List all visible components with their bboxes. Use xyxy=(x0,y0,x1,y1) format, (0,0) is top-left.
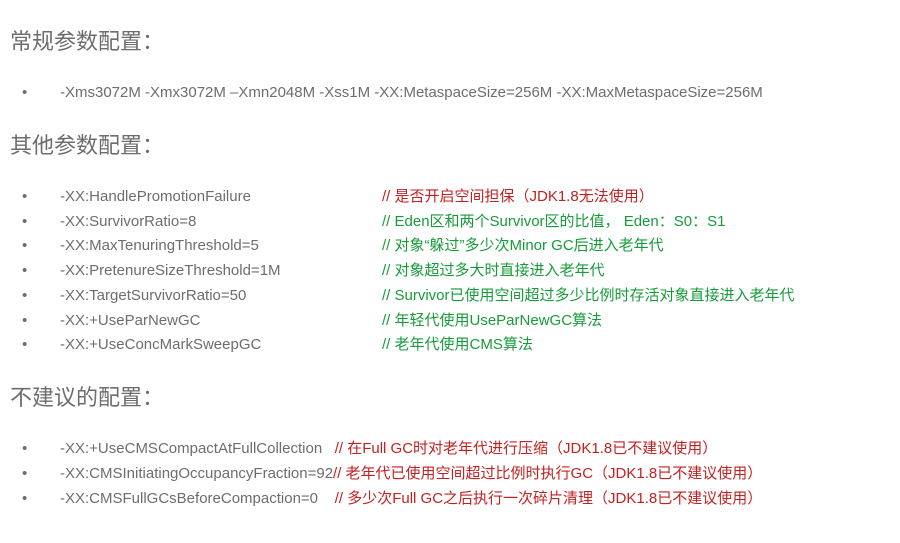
param-comment: // 在Full GC时对老年代进行压缩（JDK1.8已不建议使用） xyxy=(335,438,718,460)
bullet-icon: • xyxy=(10,488,60,510)
param-text: -XX:TargetSurvivorRatio=50 xyxy=(60,285,382,307)
param-comment: // 多少次Full GC之后执行一次碎片清理（JDK1.8已不建议使用） xyxy=(335,488,763,510)
bullet-icon: • xyxy=(10,82,60,104)
param-list-general: • -Xms3072M -Xmx3072M –Xmn2048M -Xss1M -… xyxy=(10,82,890,104)
list-item: • -XX:+UseCMSCompactAtFullCollection // … xyxy=(10,438,890,460)
param-text: -XX:CMSInitiatingOccupancyFraction=92 xyxy=(60,463,333,485)
param-list-deprecated: • -XX:+UseCMSCompactAtFullCollection // … xyxy=(10,438,890,509)
param-list-other: • -XX:HandlePromotionFailure // 是否开启空间担保… xyxy=(10,186,890,356)
bullet-icon: • xyxy=(10,463,60,485)
section-heading-other: 其他参数配置： xyxy=(10,128,890,160)
param-text: -Xms3072M -Xmx3072M –Xmn2048M -Xss1M -XX… xyxy=(60,82,763,104)
section-heading-general: 常规参数配置： xyxy=(10,24,890,56)
param-comment: // 年轻代使用UseParNewGC算法 xyxy=(382,310,602,332)
list-item: • -Xms3072M -Xmx3072M –Xmn2048M -Xss1M -… xyxy=(10,82,890,104)
param-text: -XX:+UseParNewGC xyxy=(60,310,382,332)
bullet-icon: • xyxy=(10,285,60,307)
bullet-icon: • xyxy=(10,235,60,257)
section-heading-deprecated: 不建议的配置： xyxy=(10,380,890,412)
param-text: -XX:SurvivorRatio=8 xyxy=(60,211,382,233)
list-item: • -XX:HandlePromotionFailure // 是否开启空间担保… xyxy=(10,186,890,208)
param-text: -XX:PretenureSizeThreshold=1M xyxy=(60,260,382,282)
param-text: -XX:CMSFullGCsBeforeCompaction=0 xyxy=(60,488,335,510)
param-text: -XX:+UseConcMarkSweepGC xyxy=(60,334,382,356)
bullet-icon: • xyxy=(10,438,60,460)
param-comment: // 老年代已使用空间超过比例时执行GC（JDK1.8已不建议使用） xyxy=(333,463,762,485)
param-text: -XX:+UseCMSCompactAtFullCollection xyxy=(60,438,335,460)
bullet-icon: • xyxy=(10,211,60,233)
param-comment: // 对象超过多大时直接进入老年代 xyxy=(382,260,605,282)
list-item: • -XX:+UseConcMarkSweepGC // 老年代使用CMS算法 xyxy=(10,334,890,356)
param-comment: // 对象“躲过”多少次Minor GC后进入老年代 xyxy=(382,235,664,257)
bullet-icon: • xyxy=(10,310,60,332)
param-comment: // Eden区和两个Survivor区的比值， Eden：S0：S1 xyxy=(382,211,725,233)
param-comment: // 是否开启空间担保（JDK1.8无法使用） xyxy=(382,186,654,208)
list-item: • -XX:SurvivorRatio=8 // Eden区和两个Survivo… xyxy=(10,211,890,233)
list-item: • -XX:CMSFullGCsBeforeCompaction=0 // 多少… xyxy=(10,488,890,510)
param-comment: // 老年代使用CMS算法 xyxy=(382,334,533,356)
bullet-icon: • xyxy=(10,334,60,356)
param-text: -XX:HandlePromotionFailure xyxy=(60,186,382,208)
param-comment: // Survivor已使用空间超过多少比例时存活对象直接进入老年代 xyxy=(382,285,795,307)
list-item: • -XX:CMSInitiatingOccupancyFraction=92 … xyxy=(10,463,890,485)
bullet-icon: • xyxy=(10,260,60,282)
bullet-icon: • xyxy=(10,186,60,208)
list-item: • -XX:TargetSurvivorRatio=50 // Survivor… xyxy=(10,285,890,307)
list-item: • -XX:PretenureSizeThreshold=1M // 对象超过多… xyxy=(10,260,890,282)
list-item: • -XX:MaxTenuringThreshold=5 // 对象“躲过”多少… xyxy=(10,235,890,257)
param-text: -XX:MaxTenuringThreshold=5 xyxy=(60,235,382,257)
list-item: • -XX:+UseParNewGC // 年轻代使用UseParNewGC算法 xyxy=(10,310,890,332)
